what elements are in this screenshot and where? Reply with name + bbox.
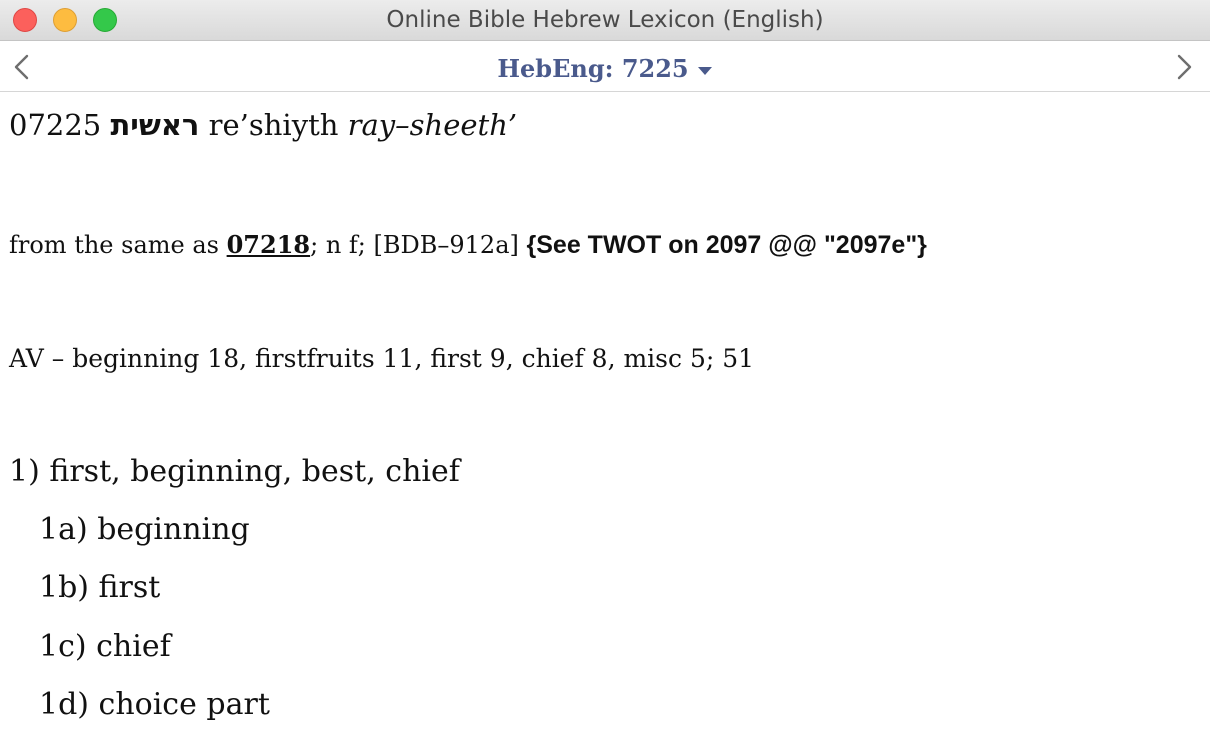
title-bar: Online Bible Hebrew Lexicon (English) bbox=[0, 0, 1210, 41]
hebrew-word: ראשית bbox=[110, 108, 200, 142]
definition-item: 1) first, beginning, best, chief bbox=[9, 454, 460, 489]
chevron-right-icon[interactable] bbox=[1172, 53, 1196, 81]
pronunciation: ray–sheeth’ bbox=[347, 108, 518, 142]
window-title: Online Bible Hebrew Lexicon (English) bbox=[386, 7, 824, 33]
definition-item: 1c) chief bbox=[39, 629, 171, 664]
av-usage: AV – beginning 18, firstfruits 11, first… bbox=[9, 344, 755, 373]
definition-item: 1b) first bbox=[39, 570, 161, 605]
entry-headline: 07225 ראשית re’shiyth ray–sheeth’ bbox=[9, 108, 517, 142]
caret-down-icon[interactable] bbox=[697, 66, 713, 76]
twot-reference: {See TWOT on 2097 @@ "2097e"} bbox=[526, 231, 927, 259]
resource-selector[interactable]: HebEng: 7225 bbox=[0, 41, 1210, 92]
navigation-bar: HebEng: 7225 bbox=[0, 41, 1210, 92]
transliteration: re’shiyth bbox=[208, 108, 339, 142]
etymology-details: ; n f; [BDB–912a] bbox=[310, 231, 519, 259]
definition-item: 1d) choice part bbox=[39, 687, 270, 722]
etymology-prefix: from the same as bbox=[9, 231, 219, 259]
strongs-number: 07225 bbox=[9, 108, 102, 142]
etymology-line: from the same as 07218; n f; [BDB–912a] … bbox=[9, 230, 927, 260]
definition-item: 1a) beginning bbox=[39, 512, 250, 547]
cross-reference-link[interactable]: 07218 bbox=[227, 230, 311, 259]
resource-title[interactable]: HebEng: 7225 bbox=[497, 54, 688, 83]
